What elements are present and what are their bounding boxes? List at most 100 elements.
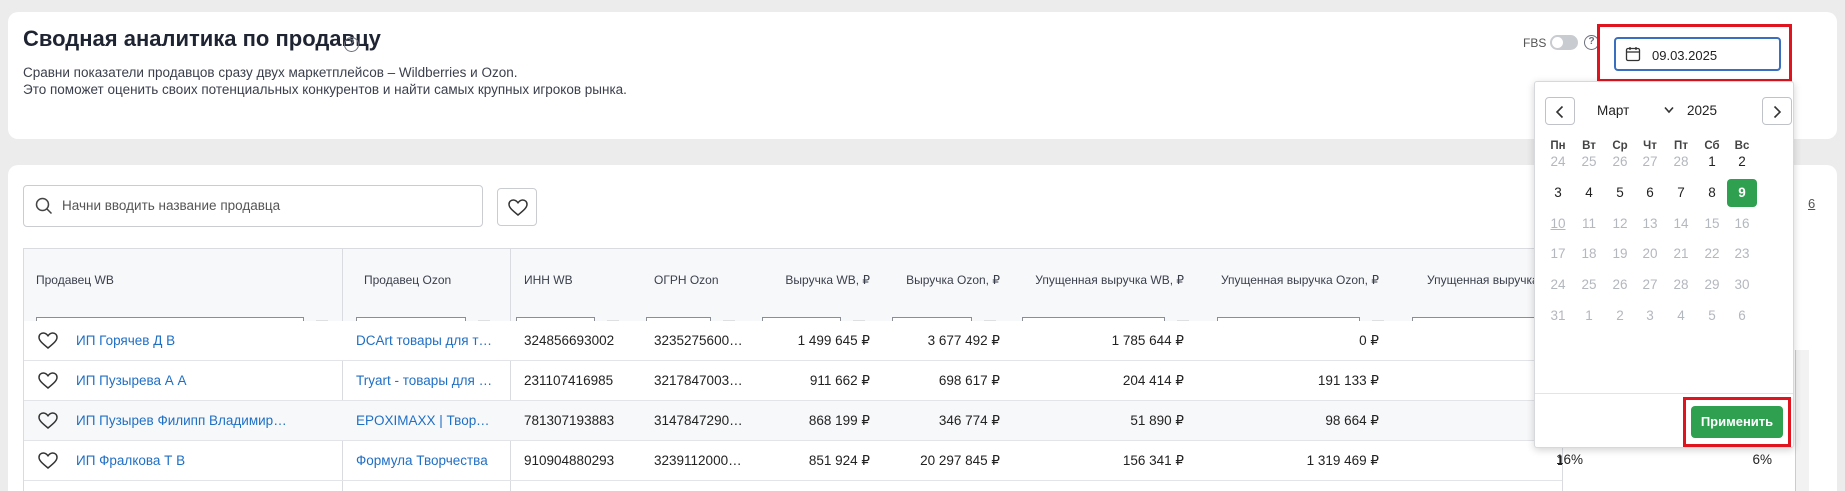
calendar-day[interactable]: 23 [1727, 240, 1757, 268]
col-seller-ozon[interactable]: Продавец Ozon [364, 249, 474, 311]
search-icon [35, 197, 53, 215]
favorite-heart-icon[interactable] [38, 452, 58, 470]
calendar-day[interactable]: 27 [1635, 271, 1665, 299]
calendar-day[interactable]: 4 [1574, 179, 1604, 207]
col-inn-wb[interactable]: ИНН WB [524, 249, 624, 311]
seller-search-input[interactable]: Начни вводить название продавца [23, 185, 483, 227]
col-seller-wb[interactable]: Продавец WB [36, 249, 286, 311]
pct-ozon-cell: 6% [1752, 452, 1772, 467]
calendar-icon [1625, 47, 1641, 62]
calendar-day[interactable]: 2 [1605, 302, 1635, 330]
calendar-day[interactable]: 28 [1666, 148, 1696, 176]
calendar-day[interactable]: 14 [1666, 210, 1696, 238]
calendar-day[interactable]: 25 [1574, 148, 1604, 176]
date-input[interactable]: 09.03.2025 [1614, 37, 1781, 71]
calendar-day[interactable]: 28 [1666, 271, 1696, 299]
lost-revenue-wb-cell: 156 341 ₽ [1122, 453, 1184, 468]
calendar-day[interactable]: 15 [1697, 210, 1727, 238]
calendar-day[interactable]: 1 [1697, 148, 1727, 176]
calendar-day[interactable]: 26 [1605, 148, 1635, 176]
pct-wb-cell-visible: 16% [1556, 452, 1584, 467]
col-revenue-ozon[interactable]: Выручка Ozon, ₽ [884, 249, 1000, 311]
chevron-left-icon [1555, 105, 1564, 119]
fbs-label: FBS [1523, 36, 1547, 50]
calendar-day[interactable]: 3 [1543, 179, 1573, 207]
lost-revenue-ozon-cell: 0 ₽ [1359, 333, 1379, 348]
calendar-day[interactable]: 1 [1574, 302, 1604, 330]
calendar-day[interactable]: 10 [1543, 210, 1573, 238]
right-edge-text[interactable]: 6 [1808, 196, 1815, 211]
revenue-ozon-cell: 3 677 492 ₽ [927, 333, 1000, 348]
calendar-day[interactable]: 4 [1666, 302, 1696, 330]
side-panel-scrollbar[interactable] [1795, 350, 1809, 491]
table-row[interactable]: ИП Горячев Д В DCArt товары для творчест… [24, 321, 1562, 361]
favorite-heart-icon[interactable] [38, 412, 58, 430]
seller-wb-link[interactable]: ИП Пузырев Филипп Владимирович [76, 401, 291, 441]
favorite-heart-icon[interactable] [38, 372, 58, 390]
calendar-day[interactable]: 24 [1543, 271, 1573, 299]
seller-ozon-link[interactable]: Формула Творчества [356, 441, 496, 481]
year-value[interactable]: 2025 [1687, 103, 1717, 118]
lost-revenue-wb-cell: 1 785 644 ₽ [1111, 333, 1184, 348]
col-lost-revenue-ozon[interactable]: Упущенная выручка Ozon, ₽ [1194, 249, 1379, 311]
revenue-ozon-cell: 346 774 ₽ [938, 413, 1000, 428]
calendar-day-selected[interactable]: 9 [1727, 179, 1757, 207]
prev-month-button[interactable] [1545, 97, 1575, 125]
lost-revenue-ozon-cell: 191 133 ₽ [1317, 373, 1379, 388]
calendar-day[interactable]: 13 [1635, 210, 1665, 238]
inn-wb-cell: 910904880293 [524, 453, 615, 468]
calendar-day[interactable]: 12 [1605, 210, 1635, 238]
calendar-day[interactable]: 2 [1727, 148, 1757, 176]
seller-ozon-link[interactable]: DCArt товары для творчества [356, 321, 496, 361]
seller-wb-link[interactable]: ИП Фралкова Т В [76, 441, 291, 481]
calendar-day[interactable]: 5 [1697, 302, 1727, 330]
calendar-day[interactable]: 22 [1697, 240, 1727, 268]
calendar-day[interactable]: 19 [1605, 240, 1635, 268]
month-value: Март [1597, 103, 1630, 118]
next-month-button[interactable] [1762, 97, 1792, 125]
calendar-day[interactable]: 5 [1605, 179, 1635, 207]
table-row[interactable]: ИП Фралкова Т В Формула Творчества 91090… [24, 441, 1562, 481]
seller-wb-link[interactable]: ИП Горячев Д В [76, 321, 291, 361]
favorites-button[interactable] [497, 188, 537, 226]
calendar-day[interactable]: 3 [1635, 302, 1665, 330]
favorite-heart-icon[interactable] [38, 332, 58, 350]
col-lost-revenue-wb[interactable]: Упущенная выручка WB, ₽ [1014, 249, 1184, 311]
col-ogrn-ozon[interactable]: ОГРН Ozon [654, 249, 754, 311]
calendar-day[interactable]: 20 [1635, 240, 1665, 268]
calendar-day[interactable]: 31 [1543, 302, 1573, 330]
calendar-day[interactable]: 16 [1727, 210, 1757, 238]
fbs-toggle[interactable] [1550, 35, 1578, 50]
calendar-day[interactable]: 25 [1574, 271, 1604, 299]
calendar-day[interactable]: 6 [1635, 179, 1665, 207]
revenue-wb-cell: 868 199 ₽ [808, 413, 870, 428]
calendar-day[interactable]: 26 [1605, 271, 1635, 299]
calendar-day[interactable]: 30 [1727, 271, 1757, 299]
ogrn-ozon-cell: 321784700300000 [654, 373, 744, 388]
calendar-day[interactable]: 27 [1635, 148, 1665, 176]
table-row[interactable]: ИП Пузырев Филипп Владимирович EPOXIMAXX… [24, 401, 1562, 441]
datepicker-divider [1535, 393, 1793, 394]
seller-wb-link[interactable]: ИП Пузырева А А [76, 361, 291, 401]
calendar-day[interactable]: 18 [1574, 240, 1604, 268]
seller-ozon-link[interactable]: Tryart - товары для творчества [356, 361, 496, 401]
seller-ozon-link[interactable]: EPOXIMAXX | Творчество [356, 401, 496, 441]
col-revenue-wb[interactable]: Выручка WB, ₽ [764, 249, 870, 311]
inn-wb-cell: 324856693002 [524, 333, 615, 348]
calendar-day[interactable]: 11 [1574, 210, 1604, 238]
help-icon[interactable]: ? [344, 37, 359, 52]
calendar-day[interactable]: 8 [1697, 179, 1727, 207]
calendar-day[interactable]: 6 [1727, 302, 1757, 330]
apply-button[interactable]: Применить [1691, 406, 1783, 438]
calendar-day[interactable]: 29 [1697, 271, 1727, 299]
calendar-day[interactable]: 17 [1543, 240, 1573, 268]
month-select[interactable]: Март [1597, 103, 1674, 118]
search-placeholder: Начни вводить название продавца [62, 198, 281, 213]
chevron-down-icon [1664, 106, 1674, 114]
calendar-day[interactable]: 24 [1543, 148, 1573, 176]
table-row[interactable]: ИП Пузырева А А Tryart - товары для твор… [24, 361, 1562, 401]
calendar-day[interactable]: 21 [1666, 240, 1696, 268]
lost-revenue-wb-cell: 204 414 ₽ [1122, 373, 1184, 388]
page-title: Сводная аналитика по продавцу [23, 26, 381, 51]
calendar-day[interactable]: 7 [1666, 179, 1696, 207]
